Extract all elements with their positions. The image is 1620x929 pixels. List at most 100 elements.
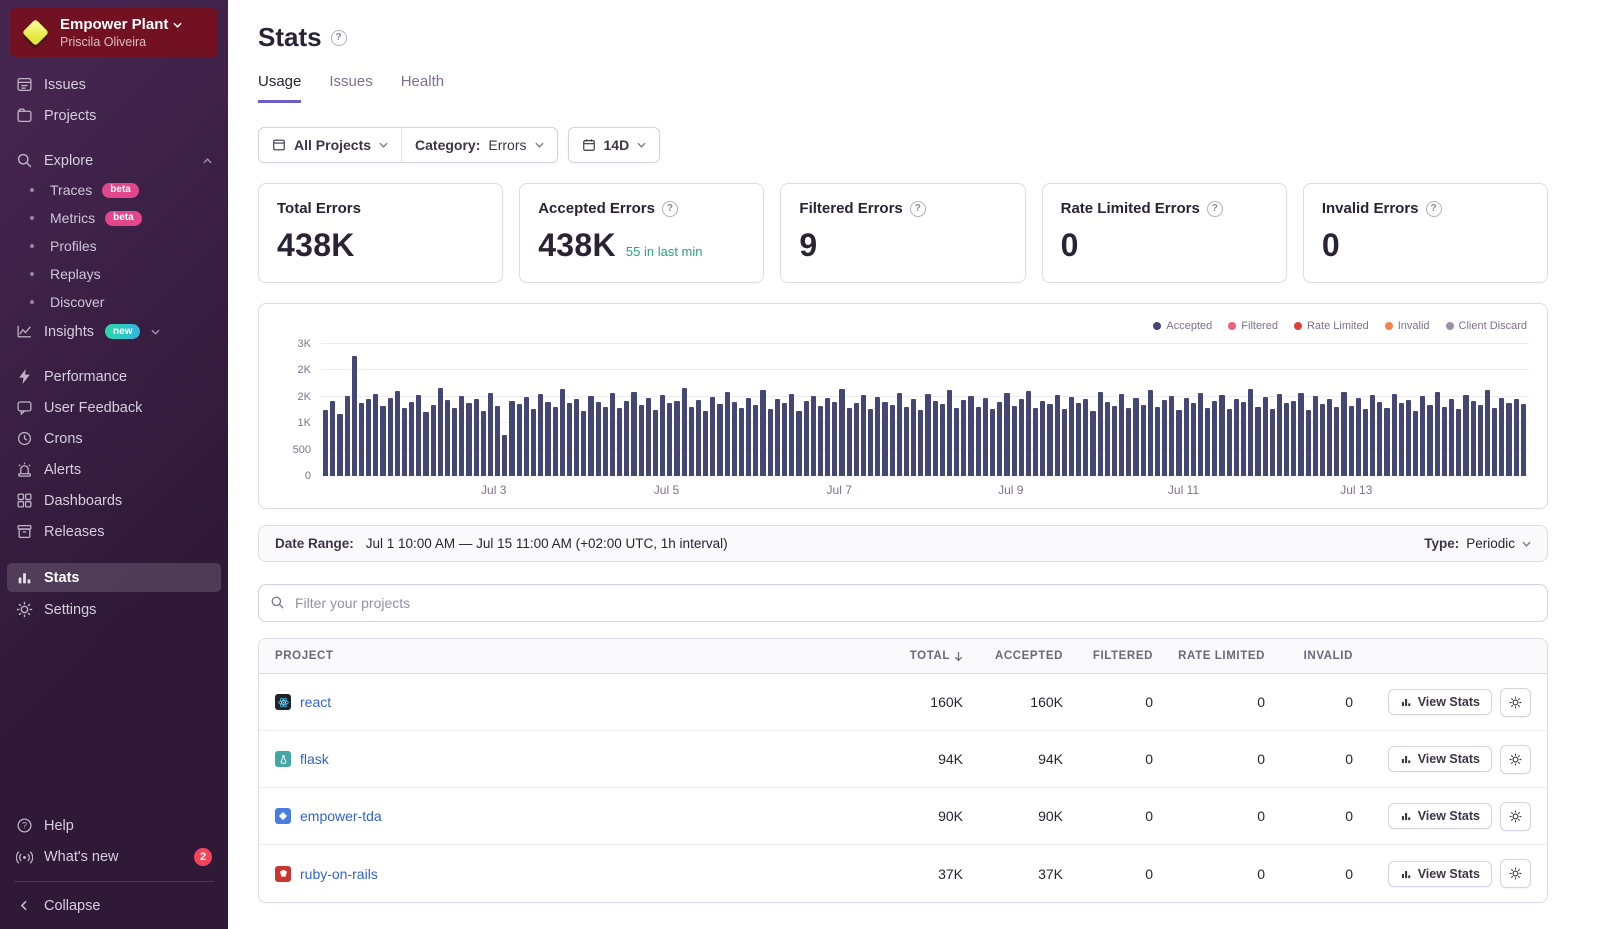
chevron-down-icon [151,329,160,335]
siren-icon [16,461,33,478]
type-value: Periodic [1466,536,1515,551]
empower-tda-project-icon [275,808,291,824]
chart-plot [321,344,1529,476]
legend-item[interactable]: Invalid [1385,320,1430,332]
sidebar-item-help[interactable]: ? Help [0,810,228,841]
project-link[interactable]: react [300,694,331,710]
chart-legend: Accepted Filtered Rate Limited Invalid Clien… [277,316,1529,344]
card-value: 0 [1322,227,1340,264]
tab-health[interactable]: Health [401,73,444,103]
cell-invalid: 0 [1265,866,1353,882]
date-range-value: 14D [604,137,630,153]
card-filtered-errors: Filtered Errors 9 [780,183,1025,283]
legend-dot-icon [1228,322,1236,330]
table-header: Project Total Accepted Filtered Rate Lim… [259,639,1547,674]
date-range-selector[interactable]: 14D [569,128,660,162]
bullet-dot-icon [30,188,34,192]
sidebar-item-replays[interactable]: Replays [0,260,228,288]
sidebar-item-stats[interactable]: Stats [7,563,221,592]
card-help-icon[interactable] [662,201,678,217]
sidebar-item-performance[interactable]: Performance [0,361,228,392]
type-selector[interactable]: Type: Periodic [1424,536,1531,551]
speech-bubble-icon [16,399,33,416]
sidebar-item-metrics[interactable]: Metrics beta [0,204,228,232]
sidebar-item-insights[interactable]: Insights new [0,316,228,347]
cell-total: 37K [863,866,963,882]
col-header-project[interactable]: Project [275,650,863,662]
sidebar-item-discover[interactable]: Discover [0,288,228,316]
clock-icon [16,430,33,447]
cell-total: 94K [863,751,963,767]
project-link[interactable]: flask [300,751,329,767]
org-logo-icon [20,18,50,48]
bullet-dot-icon [30,272,34,276]
project-settings-button[interactable] [1500,745,1531,774]
gear-icon [1509,753,1522,766]
calendar-icon [582,138,596,152]
sidebar-item-alerts[interactable]: Alerts [0,454,228,485]
cell-filtered: 0 [1063,808,1153,824]
grid-icon [16,492,33,509]
cell-total: 90K [863,808,963,824]
legend-item[interactable]: Client Discard [1446,320,1527,332]
project-link[interactable]: ruby-on-rails [300,866,378,882]
project-selector[interactable]: All Projects [259,128,401,162]
view-stats-button[interactable]: View Stats [1388,803,1492,829]
page-help-icon[interactable] [331,30,347,46]
sidebar-item-crons[interactable]: Crons [0,423,228,454]
sidebar-item-label: Dashboards [44,493,122,509]
card-help-icon[interactable] [1207,201,1223,217]
sidebar-item-whats-new[interactable]: What's new 2 [0,841,228,873]
card-help-icon[interactable] [1426,201,1442,217]
bar-chart-icon [1400,696,1412,708]
new-badge: new [105,324,140,339]
card-help-icon[interactable] [910,201,926,217]
sidebar-item-explore[interactable]: Explore [0,145,228,176]
card-label: Total Errors [277,200,361,217]
sidebar-item-projects[interactable]: Projects [0,100,228,131]
view-stats-button[interactable]: View Stats [1388,746,1492,772]
col-header-total[interactable]: Total [863,650,963,662]
tab-issues[interactable]: Issues [329,73,372,103]
sidebar-item-issues[interactable]: Issues [0,69,228,100]
legend-item[interactable]: Rate Limited [1294,320,1369,332]
project-settings-button[interactable] [1500,802,1531,831]
view-stats-button[interactable]: View Stats [1388,689,1492,715]
card-label: Accepted Errors [538,200,655,217]
sidebar-item-settings[interactable]: Settings [0,594,228,625]
col-header-rate-limited[interactable]: Rate Limited [1153,650,1265,662]
bar-chart-icon [1400,753,1412,765]
sidebar-item-label: Replays [50,266,101,282]
view-stats-button[interactable]: View Stats [1388,861,1492,887]
project-settings-button[interactable] [1500,859,1531,888]
card-value: 438K [277,227,355,264]
gear-icon [1509,696,1522,709]
sidebar: Empower Plant Priscila Oliveira Issues P… [0,0,228,929]
project-selector-label: All Projects [294,137,371,153]
tab-usage[interactable]: Usage [258,73,301,103]
sidebar-item-traces[interactable]: Traces beta [0,176,228,204]
date-selector-group: 14D [568,127,661,163]
tab-bar: Usage Issues Health [258,73,1548,103]
sidebar-item-releases[interactable]: Releases [0,516,228,547]
org-switcher[interactable]: Empower Plant Priscila Oliveira [10,8,218,57]
sidebar-collapse-button[interactable]: Collapse [0,890,228,921]
project-link[interactable]: empower-tda [300,808,382,824]
sidebar-item-label: Insights [44,324,94,340]
legend-item[interactable]: Filtered [1228,320,1278,332]
category-selector[interactable]: Category: Errors [401,128,556,162]
project-settings-button[interactable] [1500,688,1531,717]
window-icon [272,138,286,152]
col-header-filtered[interactable]: Filtered [1063,650,1153,662]
archive-box-icon [16,523,33,540]
cell-accepted: 160K [963,694,1063,710]
project-filter-input[interactable] [258,584,1548,622]
col-header-accepted[interactable]: Accepted [963,650,1063,662]
legend-item[interactable]: Accepted [1153,320,1212,332]
sidebar-item-user-feedback[interactable]: User Feedback [0,392,228,423]
chevron-down-icon [173,22,182,28]
sidebar-item-profiles[interactable]: Profiles [0,232,228,260]
col-header-invalid[interactable]: Invalid [1265,650,1353,662]
sidebar-item-dashboards[interactable]: Dashboards [0,485,228,516]
page-filter-bar: All Projects Category: Errors [258,127,558,163]
